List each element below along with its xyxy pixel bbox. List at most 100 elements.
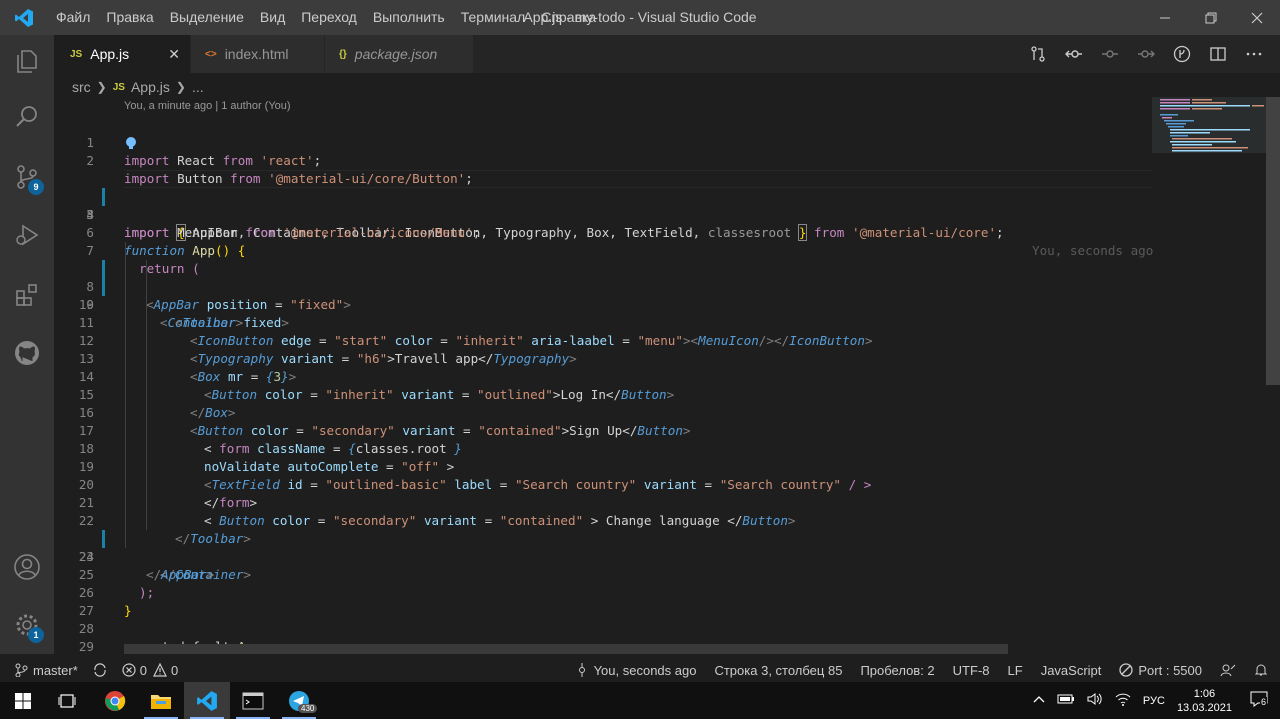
code-line: 20 </form> [54, 458, 1152, 510]
breadcrumb: src ❯ JS App.js ❯ ... [72, 77, 204, 97]
system-tray: РУС 1:06 13.03.2021 6 [1027, 682, 1280, 719]
accounts-icon[interactable] [0, 543, 54, 591]
git-branch-status[interactable]: master* [14, 663, 78, 678]
source-control-icon[interactable]: 9 [0, 153, 54, 201]
broadcast-icon [1119, 663, 1134, 677]
next-commit-icon[interactable] [1128, 35, 1164, 73]
code-editor[interactable]: 1 import React from 'react'; 2 import Bu… [54, 116, 1154, 654]
close-window-button[interactable] [1234, 0, 1280, 35]
clock[interactable]: 1:06 13.03.2021 [1177, 687, 1232, 715]
search-icon[interactable] [0, 93, 54, 141]
previous-commit-icon[interactable] [1056, 35, 1092, 73]
live-server-status[interactable]: Port : 5500 [1119, 663, 1202, 678]
menu-file[interactable]: Файл [48, 0, 98, 35]
notifications-bell-icon[interactable] [1254, 663, 1268, 677]
menu-terminal[interactable]: Терминал [453, 0, 533, 35]
github-icon[interactable] [0, 329, 54, 377]
windows-start-icon[interactable] [0, 682, 46, 719]
code-line: 1 import React from 'react'; [54, 116, 1152, 168]
code-line: 9 <Container fixed> [54, 260, 1152, 330]
feedback-icon[interactable] [1220, 663, 1236, 677]
tab-label: index.html [224, 46, 289, 62]
codelens-blame[interactable]: You, a minute ago | 1 author (You) [124, 100, 291, 112]
code-line: 26 } [54, 566, 1152, 618]
js-file-icon: JS [112, 81, 125, 93]
task-view-icon[interactable] [44, 682, 90, 719]
blame-status[interactable]: You, seconds ago [576, 663, 696, 678]
encoding-status[interactable]: UTF-8 [953, 663, 990, 678]
menu-bar: Файл Правка Выделение Вид Переход Выполн… [48, 0, 604, 35]
code-line: 17 < form className = {classes.root } [54, 404, 1152, 456]
terminal-icon[interactable] [230, 682, 276, 719]
indent-guide [125, 242, 126, 548]
problems-status[interactable]: 0 0 [122, 663, 178, 678]
cursor-position[interactable]: Строка 3, столбец 85 [714, 663, 842, 678]
menu-selection[interactable]: Выделение [162, 0, 252, 35]
title-bar: Файл Правка Выделение Вид Переход Выполн… [0, 0, 1280, 35]
tab-package-json[interactable]: {} package.json [325, 35, 473, 73]
minimize-button[interactable] [1142, 0, 1188, 35]
menu-run[interactable]: Выполнить [365, 0, 453, 35]
language-mode[interactable]: JavaScript [1041, 663, 1102, 678]
minimap[interactable] [1152, 97, 1266, 645]
input-language[interactable]: РУС [1143, 695, 1165, 707]
breadcrumb-more[interactable]: ... [192, 79, 204, 95]
action-center-icon[interactable]: 6 [1250, 691, 1268, 710]
code-line: 15 </Box> [54, 368, 1152, 420]
tab-index-html[interactable]: <> index.html [190, 35, 324, 73]
tab-app-js[interactable]: JS App.js ✕ [54, 35, 190, 73]
tab-bar: JS App.js ✕ <> index.html {} package.jso… [54, 35, 1280, 73]
more-actions-icon[interactable] [1236, 35, 1272, 73]
eol-status[interactable]: LF [1008, 663, 1023, 678]
menu-help[interactable]: Справка [533, 0, 604, 35]
lightbulb-icon[interactable] [124, 136, 138, 150]
vscode-taskbar-icon[interactable] [184, 682, 230, 719]
line-number: 29 [78, 639, 94, 654]
volume-icon[interactable] [1087, 692, 1103, 709]
menu-view[interactable]: Вид [252, 0, 293, 35]
tab-label: App.js [90, 46, 130, 62]
run-debug-icon[interactable] [0, 211, 54, 259]
js-file-icon: JS [70, 48, 83, 60]
code-line: 18 noValidate autoComplete = "off" > [54, 422, 1152, 474]
code-line: 28 export default App; [54, 602, 1152, 654]
gitlens-icon[interactable] [1164, 35, 1200, 73]
file-explorer-icon[interactable] [138, 682, 184, 719]
scm-badge: 9 [28, 179, 44, 195]
code-line: 6 function App() { [54, 206, 1152, 258]
error-icon [122, 663, 136, 677]
activity-bar: 9 1 [0, 35, 54, 654]
status-bar: master* 0 0 You, seconds ago Строка 3, с… [0, 658, 1280, 682]
close-icon[interactable]: ✕ [168, 46, 180, 63]
wifi-icon[interactable] [1115, 692, 1131, 709]
breadcrumb-file[interactable]: App.js [131, 79, 170, 95]
chrome-icon[interactable] [92, 682, 138, 719]
split-editor-icon[interactable] [1200, 35, 1236, 73]
extensions-icon[interactable] [0, 271, 54, 319]
breadcrumb-folder[interactable]: src [72, 79, 91, 95]
code-line: 29 [54, 620, 1152, 654]
clock-time: 1:06 [1193, 687, 1216, 700]
horizontal-scrollbar[interactable] [124, 644, 1008, 654]
restore-button[interactable] [1188, 0, 1234, 35]
sync-icon[interactable] [92, 663, 108, 677]
code-line: 22 </Toolbar> [54, 494, 1152, 546]
tab-label: package.json [354, 46, 438, 62]
menu-go[interactable]: Переход [293, 0, 365, 35]
git-commit-icon[interactable] [1092, 35, 1128, 73]
menu-edit[interactable]: Правка [98, 0, 161, 35]
json-file-icon: {} [339, 48, 347, 60]
battery-icon[interactable] [1057, 693, 1075, 708]
window-controls [1142, 0, 1280, 35]
settings-gear-icon[interactable]: 1 [0, 601, 54, 649]
telegram-icon[interactable]: 430 [276, 682, 322, 719]
open-changes-icon[interactable] [1020, 35, 1056, 73]
windows-taskbar: 430 РУС 1:06 13.03.2021 6 [0, 682, 1280, 719]
indentation-status[interactable]: Пробелов: 2 [860, 663, 934, 678]
scrollbar-thumb[interactable] [1266, 97, 1280, 385]
chevron-up-icon[interactable] [1033, 694, 1045, 707]
git-branch-icon [15, 663, 28, 677]
code-line: 21 < Button color = "secondary" variant … [54, 476, 1152, 528]
code-line: 8 <AppBar position = "fixed"> [54, 242, 1152, 312]
explorer-icon[interactable] [0, 37, 54, 85]
